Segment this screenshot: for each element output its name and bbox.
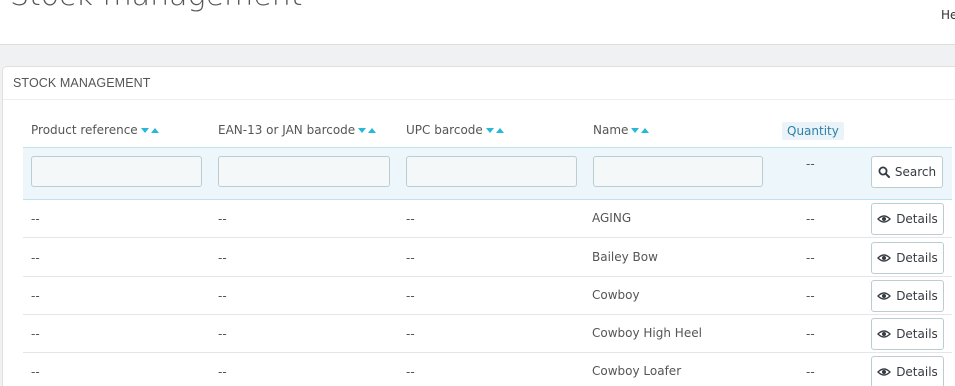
column-header-name: Name — [593, 123, 650, 137]
cell-upc: -- — [406, 251, 415, 265]
page-title: Stock management — [10, 0, 303, 13]
panel-divider — [3, 99, 955, 100]
cell-quantity: -- — [806, 365, 815, 379]
magnifier-icon — [878, 166, 890, 178]
sort-asc-icon[interactable] — [150, 127, 159, 133]
details-button[interactable]: Details — [871, 318, 944, 350]
cell-ean13: -- — [218, 212, 227, 226]
sort-asc-icon[interactable] — [495, 127, 504, 133]
cell-quantity: -- — [806, 212, 815, 226]
table-row: -- -- -- Cowboy High Heel -- Details — [23, 315, 952, 353]
details-button-label: Details — [896, 289, 938, 303]
cell-ean13: -- — [218, 289, 227, 303]
panel-heading: STOCK MANAGEMENT — [13, 76, 151, 90]
table-row: -- -- -- Cowboy -- Details — [23, 277, 952, 315]
sort-desc-icon[interactable] — [140, 127, 149, 133]
cell-ean13: -- — [218, 251, 227, 265]
filter-ean13-input[interactable] — [218, 156, 390, 187]
sort-desc-icon[interactable] — [631, 127, 640, 133]
sort-asc-icon[interactable] — [368, 127, 377, 133]
details-button-label: Details — [896, 212, 938, 226]
cell-name: Cowboy — [592, 288, 640, 302]
details-button-label: Details — [896, 251, 938, 265]
cell-upc: -- — [406, 365, 415, 379]
filter-product-reference-input[interactable] — [31, 156, 202, 187]
cell-upc: -- — [406, 212, 415, 226]
search-button-label: Search — [894, 165, 937, 179]
header-link[interactable]: He — [941, 8, 955, 22]
cell-name: AGING — [592, 211, 632, 225]
details-button[interactable]: Details — [871, 356, 944, 386]
column-label-name: Name — [593, 123, 629, 137]
sort-desc-icon[interactable] — [485, 127, 494, 133]
cell-ean13: -- — [218, 365, 227, 379]
table-row: -- -- -- Cowboy Loafer -- Details — [23, 353, 952, 386]
cell-quantity: -- — [806, 289, 815, 303]
cell-reference: -- — [31, 251, 40, 265]
column-header-quantity[interactable]: Quantity — [782, 122, 844, 140]
search-button[interactable]: Search — [871, 156, 943, 188]
cell-name: Bailey Bow — [592, 250, 658, 264]
eye-icon — [877, 330, 892, 338]
cell-reference: -- — [31, 212, 40, 226]
sort-desc-icon[interactable] — [358, 127, 367, 133]
column-header-ean13: EAN-13 or JAN barcode — [218, 123, 377, 137]
cell-reference: -- — [31, 289, 40, 303]
cell-upc: -- — [406, 289, 415, 303]
table-row: -- -- -- AGING -- Details — [23, 200, 952, 238]
details-button[interactable]: Details — [871, 242, 944, 274]
eye-icon — [877, 292, 892, 300]
details-button[interactable]: Details — [871, 203, 944, 235]
cell-upc: -- — [406, 327, 415, 341]
sort-asc-icon[interactable] — [641, 127, 650, 133]
filter-upc-input[interactable] — [406, 156, 577, 187]
filter-quantity-placeholder: -- — [806, 157, 815, 171]
column-label-ean13: EAN-13 or JAN barcode — [218, 123, 356, 137]
column-label-product-reference: Product reference — [31, 123, 138, 137]
cell-reference: -- — [31, 327, 40, 341]
eye-icon — [877, 368, 892, 376]
cell-quantity: -- — [806, 327, 815, 341]
cell-name: Cowboy High Heel — [592, 326, 702, 340]
eye-icon — [877, 254, 892, 262]
filter-name-input[interactable] — [593, 156, 763, 187]
table-row: -- -- -- Bailey Bow -- Details — [23, 239, 952, 277]
cell-name: Cowboy Loafer — [592, 364, 682, 378]
column-header-product-reference: Product reference — [31, 123, 159, 137]
eye-icon — [877, 215, 892, 223]
cell-reference: -- — [31, 365, 40, 379]
column-label-upc: UPC barcode — [406, 123, 483, 137]
cell-quantity: -- — [806, 251, 815, 265]
page-header: Stock management He — [0, 0, 955, 45]
details-button-label: Details — [896, 327, 938, 341]
details-button[interactable]: Details — [871, 280, 944, 312]
column-header-upc: UPC barcode — [406, 123, 504, 137]
cell-ean13: -- — [218, 327, 227, 341]
details-button-label: Details — [896, 365, 938, 379]
